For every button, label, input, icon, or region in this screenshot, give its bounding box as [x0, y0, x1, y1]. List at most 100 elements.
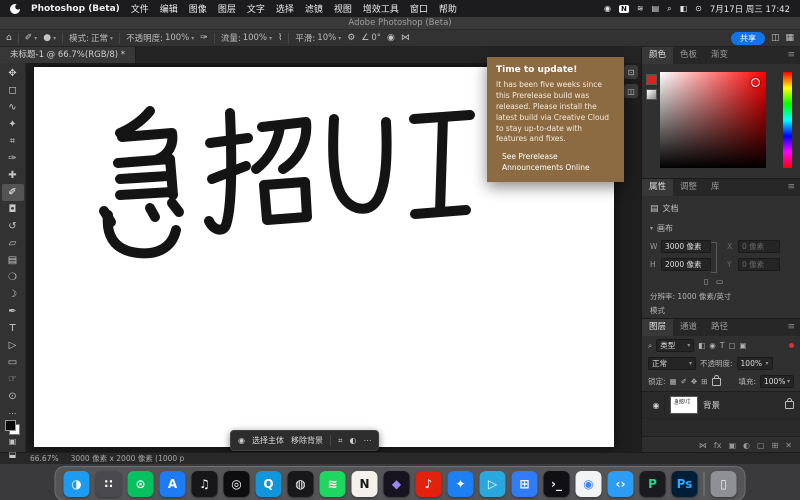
tab-paths[interactable]: 路径 [704, 319, 735, 336]
dodge-tool[interactable]: ☽ [2, 286, 24, 303]
tab-gradients[interactable]: 渐变 [704, 47, 735, 64]
menubar-clock[interactable]: 7月17日 周三 17:42 [710, 3, 790, 15]
pen-pressure-opacity-icon[interactable]: ✑ [200, 33, 208, 43]
notion-menubar-icon[interactable]: N [619, 5, 629, 13]
orientation-landscape-button[interactable]: ▭ [716, 277, 723, 286]
prerelease-announcements-link[interactable]: See Prerelease Announcements Online [496, 152, 615, 173]
width-field[interactable]: 3000 像素 [661, 240, 711, 253]
filter-shape-icon[interactable]: ▢ [728, 341, 735, 350]
export-panel-icon[interactable]: ◫ [624, 84, 638, 98]
shape-tool[interactable]: ▭ [2, 354, 24, 371]
path-select-tool[interactable]: ▷ [2, 337, 24, 354]
layer-thumbnail[interactable] [670, 396, 698, 414]
link-dimensions-icon[interactable] [711, 242, 717, 273]
move-tool[interactable]: ✥ [2, 65, 24, 82]
dock-launchpad[interactable]: ∷ [96, 471, 122, 497]
opacity-control[interactable]: 不透明度: 100% ▾ [126, 32, 194, 44]
menu-help[interactable]: 帮助 [439, 2, 457, 15]
color-picker-marker[interactable] [751, 78, 760, 87]
dock-safari[interactable]: ✦ [448, 471, 474, 497]
current-color-swatch[interactable] [646, 74, 657, 85]
display-icon[interactable]: ▤ [652, 4, 660, 13]
type-tool[interactable]: T [2, 320, 24, 337]
dock-qq[interactable]: Q [256, 471, 282, 497]
edit-toolbar-button[interactable]: … [2, 405, 24, 418]
airbrush-icon[interactable]: ⌇ [278, 33, 282, 43]
spotlight-icon[interactable]: ⌕ [667, 4, 671, 14]
theme-icon[interactable]: ◐ [350, 436, 357, 445]
background-layer-row[interactable]: ◉ 背景 [642, 392, 800, 419]
tool-preset-picker[interactable]: ✐ ▾ [25, 33, 38, 43]
foreground-background-swatches[interactable] [5, 420, 20, 435]
y-field[interactable]: 0 像素 [738, 258, 780, 271]
history-brush-tool[interactable]: ↺ [2, 218, 24, 235]
gradient-tool[interactable]: ▤ [2, 252, 24, 269]
crop-icon[interactable]: ⌗ [338, 436, 343, 446]
menubar-app-status-icon[interactable]: ◉ [604, 4, 611, 13]
clone-stamp-tool[interactable]: ◘ [2, 201, 24, 218]
filter-type-icon[interactable]: T [720, 341, 725, 350]
dock-telegram[interactable]: ▷ [480, 471, 506, 497]
background-lock-icon[interactable] [785, 401, 794, 409]
orientation-portrait-button[interactable]: ▯ [704, 277, 708, 286]
apple-menu-icon[interactable] [10, 4, 20, 14]
x-field[interactable]: 0 像素 [738, 240, 780, 253]
link-layers-icon[interactable]: ⋈ [699, 441, 707, 450]
selection-brush-tool[interactable]: ✦ [2, 116, 24, 133]
quick-mask-button[interactable]: ▣ [2, 435, 24, 448]
menu-view[interactable]: 视图 [334, 2, 352, 15]
tab-color[interactable]: 颜色 [642, 47, 673, 64]
dock-wecom[interactable]: ⊞ [512, 471, 538, 497]
dock-vscode[interactable]: ‹› [608, 471, 634, 497]
tab-adjustments[interactable]: 调整 [673, 179, 704, 196]
comments-panel-icon[interactable]: ⊡ [624, 65, 638, 79]
filter-type-dropdown[interactable]: 类型 ▾ [656, 339, 694, 352]
new-layer-icon[interactable]: ⊞ [772, 441, 779, 450]
dock-chrome[interactable]: ◉ [576, 471, 602, 497]
dock-trash[interactable]: ▯ [711, 471, 737, 497]
eraser-tool[interactable]: ▱ [2, 235, 24, 252]
home-icon[interactable]: ⌂ [6, 33, 12, 43]
menu-type[interactable]: 文字 [247, 2, 265, 15]
fill-field[interactable]: 100% ▾ [760, 375, 794, 388]
menu-edit[interactable]: 编辑 [160, 2, 178, 15]
dock-pycharm[interactable]: P [640, 471, 666, 497]
panel-menu-icon[interactable]: ≡ [782, 179, 800, 196]
layer-effects-icon[interactable]: fx [714, 441, 722, 450]
filter-toggle-icon[interactable] [789, 343, 794, 348]
pen-tool[interactable]: ✒ [2, 303, 24, 320]
tab-channels[interactable]: 通道 [673, 319, 704, 336]
dock-spotify[interactable]: ≋ [320, 471, 346, 497]
battery-icon[interactable]: ⊙ [695, 4, 702, 13]
document-tab[interactable]: 未标题-1 @ 66.7%(RGB/8) * [0, 47, 136, 63]
menubar-app-name[interactable]: Photoshop (Beta) [31, 4, 120, 14]
dock-qq-music[interactable]: ♫ [192, 471, 218, 497]
mode-row[interactable]: 模式 [650, 305, 665, 316]
dock-iterm[interactable]: ›_ [544, 471, 570, 497]
more-options-button[interactable]: ⋯ [363, 436, 371, 445]
eyedropper-tool[interactable]: ✑ [2, 150, 24, 167]
menu-filter[interactable]: 滤镜 [305, 2, 323, 15]
filter-effects-icon[interactable]: ◉ [709, 341, 716, 350]
height-field[interactable]: 2000 像素 [661, 258, 711, 271]
dock-obsidian[interactable]: ◆ [384, 471, 410, 497]
remove-background-button[interactable]: 移除背景 [291, 435, 323, 446]
delete-layer-icon[interactable]: ✕ [785, 441, 792, 450]
blur-tool[interactable]: ❍ [2, 269, 24, 286]
panel-menu-icon[interactable]: ≡ [782, 319, 800, 336]
lasso-tool[interactable]: ∿ [2, 99, 24, 116]
crop-tool[interactable]: ⌗ [2, 133, 24, 150]
wifi-icon[interactable]: ≋ [637, 4, 644, 13]
layer-mask-icon[interactable]: ▣ [728, 441, 736, 450]
panel-menu-icon[interactable]: ≡ [782, 47, 800, 64]
export-icon[interactable]: ◫ [771, 33, 780, 43]
dock-wechat[interactable]: ⊙ [128, 471, 154, 497]
paint-symmetry-icon[interactable]: ⋈ [401, 33, 410, 43]
smoothing-gear-icon[interactable]: ⚙ [347, 33, 355, 43]
layer-visibility-eye-icon[interactable]: ◉ [648, 395, 665, 415]
menu-image[interactable]: 图像 [189, 2, 207, 15]
share-button[interactable]: 共享 [731, 32, 765, 45]
menu-window[interactable]: 窗口 [410, 2, 428, 15]
tab-properties[interactable]: 属性 [642, 179, 673, 196]
tab-libraries[interactable]: 库 [704, 179, 727, 196]
